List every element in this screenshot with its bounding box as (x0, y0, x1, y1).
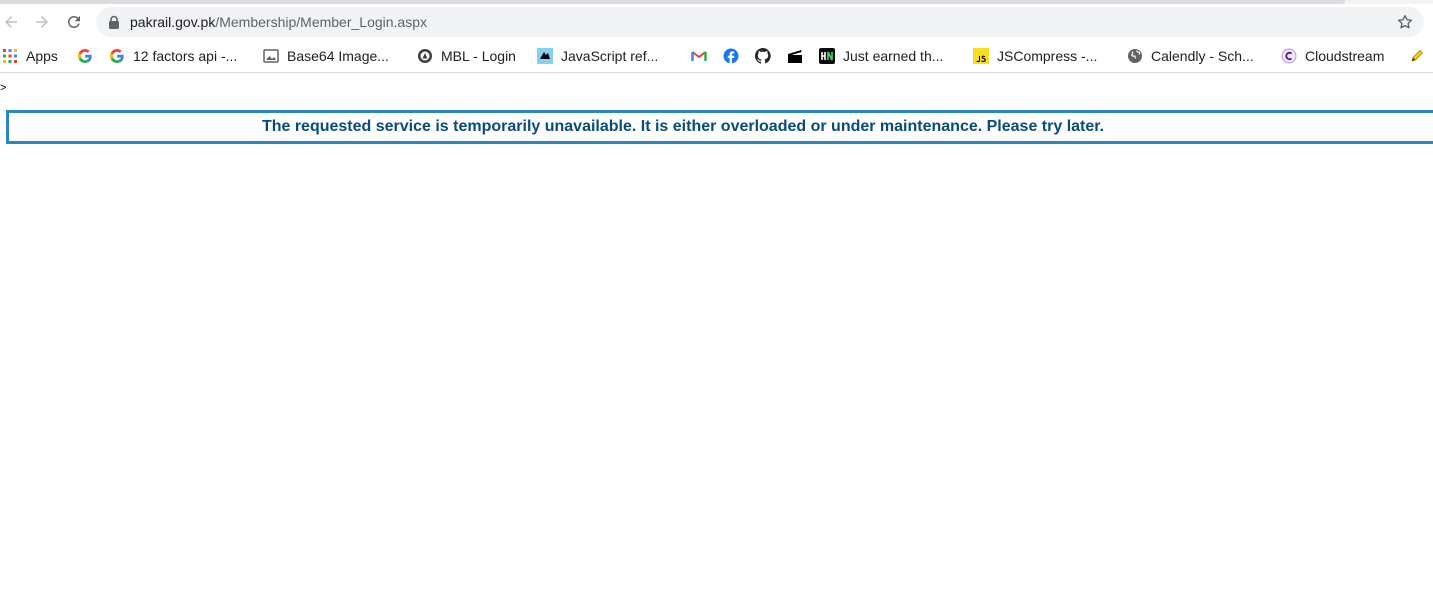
forward-button[interactable] (29, 9, 55, 35)
bookmark-label: 12 factors api -... (133, 48, 238, 64)
bookmark-label: Calendly - Sch... (1151, 48, 1254, 64)
image-icon (263, 48, 279, 64)
bookmark-star-icon[interactable] (1396, 13, 1414, 31)
bookmark-facebook[interactable] (723, 45, 739, 67)
clapperboard-icon (787, 48, 803, 64)
bookmark-clapperboard[interactable] (787, 45, 803, 67)
arrow-right-icon (36, 16, 48, 28)
bookmark-gmail[interactable] (691, 45, 707, 67)
reload-button[interactable] (61, 9, 87, 35)
bookmark-calendly[interactable]: Calendly - Sch... (1127, 45, 1254, 67)
mbl-icon (417, 48, 433, 64)
bookmark-apps[interactable]: Apps (2, 45, 58, 67)
url-text: pakrail.gov.pk/Membership/Member_Login.a… (130, 14, 427, 30)
stray-character: > (0, 82, 7, 94)
bookmark-base64[interactable]: Base64 Image... (263, 45, 389, 67)
bookmark-just-earned[interactable]: Just earned th... (819, 45, 943, 67)
url-host: pakrail.gov.pk (130, 14, 216, 30)
google-icon (77, 48, 93, 64)
bookmark-label: JavaScript ref... (561, 48, 659, 64)
bookmark-label: Cloudstream (1305, 48, 1385, 64)
bookmark-label: Just earned th... (843, 48, 944, 64)
bookmark-12-factors[interactable]: 12 factors api -... (109, 45, 237, 67)
bookmark-label: Base64 Image... (287, 48, 389, 64)
bookmark-pencil[interactable] (1409, 45, 1425, 67)
reload-icon (67, 15, 80, 28)
google-icon (109, 48, 125, 64)
bookmark-label: Apps (26, 48, 58, 64)
bookmark-github[interactable] (755, 45, 771, 67)
bookmark-javascript-ref[interactable]: JavaScript ref... (537, 45, 658, 67)
arrow-left-icon (5, 16, 17, 28)
gmail-icon (691, 48, 707, 64)
pencil-icon (1409, 48, 1425, 64)
mdn-icon (537, 48, 553, 64)
back-button[interactable] (0, 9, 24, 35)
github-icon (755, 48, 771, 64)
bookmark-label: JSCompress -... (997, 48, 1098, 64)
facebook-icon (723, 48, 739, 64)
bookmark-cloudstream[interactable]: Cloudstream (1281, 45, 1384, 67)
cloudstream-icon (1281, 48, 1297, 64)
address-bar[interactable]: pakrail.gov.pk/Membership/Member_Login.a… (96, 7, 1424, 37)
url-path: /Membership/Member_Login.aspx (215, 14, 427, 30)
apps-grid-icon (2, 48, 18, 64)
bookmark-mbl-login[interactable]: MBL - Login (417, 45, 516, 67)
lock-icon (109, 15, 119, 29)
page-content: > The requested service is temporarily u… (0, 74, 1433, 593)
bookmark-google[interactable] (77, 45, 93, 67)
bookmarks-bar: Apps 12 factors api -... Base64 Image...… (0, 40, 1433, 73)
bookmark-jscompress[interactable]: JSCompress -... (973, 45, 1097, 67)
browser-toolbar: pakrail.gov.pk/Membership/Member_Login.a… (0, 4, 1433, 40)
js-icon (973, 48, 989, 64)
hn-icon (819, 48, 835, 64)
error-banner: The requested service is temporarily una… (6, 110, 1433, 144)
globe-icon (1127, 48, 1143, 64)
error-message: The requested service is temporarily una… (261, 118, 1105, 135)
bookmark-label: MBL - Login (441, 48, 516, 64)
